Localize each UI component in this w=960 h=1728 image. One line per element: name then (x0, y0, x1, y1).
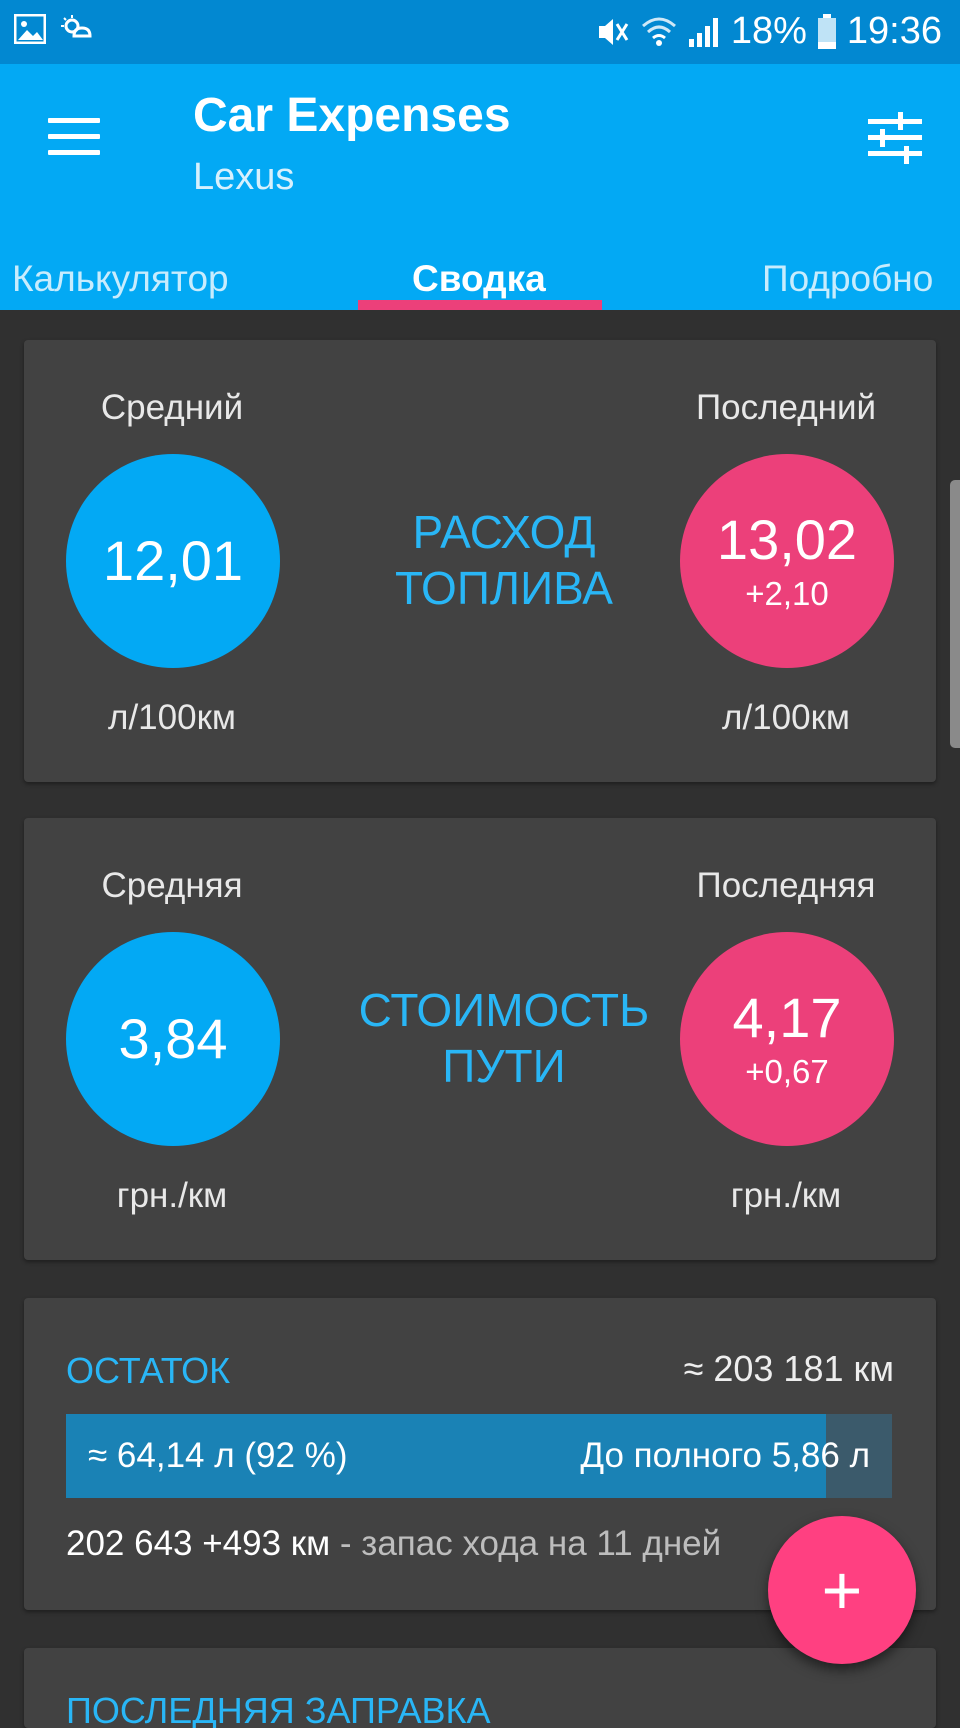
hamburger-menu-icon[interactable] (48, 118, 100, 158)
last-consumption-delta: +2,10 (745, 574, 829, 612)
tab-summary[interactable]: Сводка (412, 258, 546, 300)
last-cost-circle: 4,17 +0,67 (680, 932, 894, 1146)
mute-icon (598, 18, 629, 45)
range-suffix: - запас хода на 11 дней (330, 1524, 722, 1563)
fuel-consumption-title: РАСХОД ТОПЛИВА (324, 504, 684, 616)
weather-icon (61, 15, 92, 38)
active-tab-indicator (358, 300, 602, 310)
last-unit: л/100км (722, 698, 850, 737)
average-label: Средний (100, 388, 244, 427)
remaining-title: ОСТАТОК (66, 1350, 231, 1391)
average-cost-circle: 3,84 (66, 932, 280, 1146)
last-label: Последний (695, 388, 877, 427)
filter-sliders-icon[interactable] (868, 112, 922, 164)
fuel-consumption-card: Средний Последний 12,01 РАСХОД ТОПЛИВА 1… (24, 340, 936, 782)
average-unit: грн./км (116, 1176, 228, 1215)
average-unit: л/100км (108, 698, 236, 737)
title-line-1: РАСХОД (412, 506, 596, 558)
clock: 19:36 (846, 10, 942, 52)
fuel-level-text: ≈ 64,14 л (92 %) (88, 1436, 348, 1475)
trip-cost-title: СТОИМОСТЬ ПУТИ (324, 982, 684, 1094)
average-cost-value: 3,84 (118, 1007, 228, 1071)
add-entry-button[interactable]: + (768, 1516, 916, 1664)
battery-percent: 18% (730, 10, 807, 52)
battery-icon (817, 13, 836, 49)
last-unit: грн./км (730, 1176, 842, 1215)
tab-details[interactable]: Подробно (762, 258, 933, 300)
last-cost-value: 4,17 (732, 986, 842, 1050)
to-full-text: До полного 5,86 л (580, 1436, 870, 1475)
trip-cost-card: Средняя Последняя 3,84 СТОИМОСТЬ ПУТИ 4,… (24, 818, 936, 1260)
tab-calculator[interactable]: Калькулятор (12, 258, 229, 300)
title-line-1: СТОИМОСТЬ (358, 984, 650, 1036)
last-label: Последняя (696, 866, 876, 905)
status-bar: 18% 19:36 (0, 0, 960, 64)
range-value: 202 643 +493 км (66, 1524, 331, 1563)
last-consumption-value: 13,02 (716, 508, 858, 572)
title-line-2: ПУТИ (442, 1040, 566, 1092)
average-consumption-value: 12,01 (102, 529, 244, 593)
average-consumption-circle: 12,01 (66, 454, 280, 668)
fuel-level-bar: ≈ 64,14 л (92 %) До полного 5,86 л (66, 1414, 892, 1498)
title-line-2: ТОПЛИВА (395, 562, 613, 614)
wifi-icon (641, 17, 676, 46)
last-refuel-card: ПОСЛЕДНЯЯ ЗАПРАВКА (24, 1648, 936, 1728)
app-bar: Car Expenses Lexus Калькулятор Сводка По… (0, 64, 960, 310)
range-info: 202 643 +493 км - запас хода на 11 дней (66, 1524, 721, 1564)
last-consumption-circle: 13,02 +2,10 (680, 454, 894, 668)
last-cost-delta: +0,67 (745, 1052, 829, 1090)
app-title: Car Expenses (193, 89, 511, 142)
image-icon (14, 14, 46, 44)
signal-icon (688, 17, 718, 47)
last-refuel-title: ПОСЛЕДНЯЯ ЗАПРАВКА (66, 1690, 491, 1728)
car-name: Lexus (193, 156, 295, 198)
scrollbar[interactable] (950, 480, 960, 748)
average-label: Средняя (101, 866, 243, 905)
odometer-estimate: ≈ 203 181 км (683, 1348, 894, 1389)
